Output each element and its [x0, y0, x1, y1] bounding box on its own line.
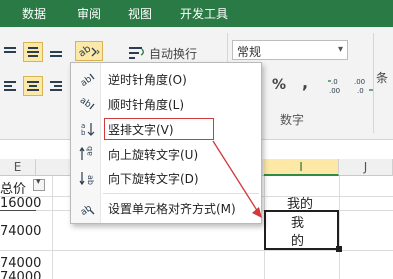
annotation-arrow	[212, 140, 262, 218]
